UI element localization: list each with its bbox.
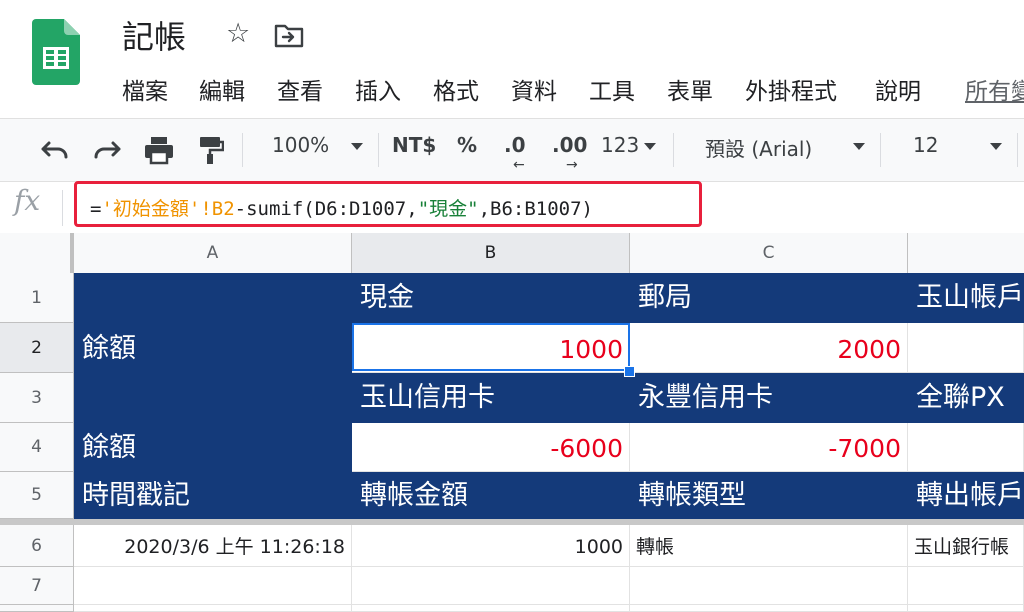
cell-c3[interactable]: 永豐信用卡	[630, 373, 908, 423]
row-header-4[interactable]: 4	[0, 423, 74, 472]
font-caret-icon[interactable]	[853, 143, 865, 150]
paint-format-icon[interactable]	[196, 135, 224, 165]
row-header-2[interactable]: 2	[0, 323, 74, 373]
cell-d5[interactable]: 轉出帳戶	[908, 472, 1024, 519]
cell-a3[interactable]	[74, 373, 352, 423]
menu-data[interactable]: 資料	[511, 72, 557, 106]
decrease-decimal-arrow-icon: ←	[513, 157, 525, 173]
star-icon[interactable]: ☆	[226, 18, 250, 49]
undo-icon[interactable]	[40, 139, 70, 161]
column-header-b[interactable]: B	[352, 233, 630, 273]
menu-tools[interactable]: 工具	[589, 72, 635, 106]
fill-handle[interactable]	[624, 366, 635, 377]
cell-c8[interactable]	[630, 605, 908, 612]
more-formats-button[interactable]: 123	[601, 133, 639, 157]
row-header-1[interactable]: 1	[0, 273, 74, 323]
cell-d6[interactable]: 玉山銀行帳	[908, 525, 1024, 567]
formula-string-literal: "現金"	[417, 198, 479, 220]
formula-sheet-reference: '初始金額'!B2	[101, 198, 235, 220]
cell-b4[interactable]: -6000	[352, 423, 630, 472]
font-size-caret-icon[interactable]	[990, 143, 1002, 150]
cell-c2[interactable]: 2000	[630, 323, 908, 373]
active-cell-selection	[352, 323, 630, 371]
cell-a2[interactable]: 餘額	[74, 323, 352, 373]
formula-sumif: -sumif(D6:D1007,	[234, 198, 418, 220]
cell-a7[interactable]	[74, 567, 352, 605]
menu-file[interactable]: 檔案	[122, 72, 168, 106]
cell-d4[interactable]	[908, 423, 1024, 472]
cell-b6[interactable]: 1000	[352, 525, 630, 567]
menu-format[interactable]: 格式	[433, 72, 479, 106]
menu-edit[interactable]: 編輯	[199, 72, 245, 106]
cell-c7[interactable]	[630, 567, 908, 605]
redo-icon[interactable]	[92, 139, 122, 161]
print-icon[interactable]	[143, 135, 175, 165]
formula-equals: =	[90, 198, 102, 220]
menu-form[interactable]: 表單	[667, 72, 713, 106]
toolbar: 100% NT$ % .0 ← .00 → 123 預設 (Arial) 12	[0, 118, 1024, 181]
select-all-corner[interactable]	[0, 233, 74, 273]
increase-decimal-arrow-icon: →	[566, 157, 578, 173]
move-to-folder-icon[interactable]	[274, 22, 304, 48]
cell-d1[interactable]: 玉山帳戶	[908, 273, 1024, 323]
font-size-select[interactable]: 12	[913, 133, 938, 157]
cell-a1[interactable]	[74, 273, 352, 323]
column-header-d[interactable]	[908, 233, 1024, 273]
cell-d3[interactable]: 全聯PX	[908, 373, 1024, 423]
fx-label: fx	[14, 184, 41, 217]
last-edit-link[interactable]: 所有變	[965, 72, 1024, 106]
cell-b3[interactable]: 玉山信用卡	[352, 373, 630, 423]
cell-c6[interactable]: 轉帳	[630, 525, 908, 567]
cell-c1[interactable]: 郵局	[630, 273, 908, 323]
cell-a5[interactable]: 時間戳記	[74, 472, 352, 519]
increase-decimal-button[interactable]: .00	[552, 133, 587, 157]
row-header-3[interactable]: 3	[0, 373, 74, 423]
cell-b8[interactable]	[352, 605, 630, 612]
cell-a8[interactable]	[74, 605, 352, 612]
row-header-6[interactable]: 6	[0, 525, 74, 567]
zoom-caret-icon[interactable]	[351, 143, 363, 150]
zoom-select[interactable]: 100%	[272, 133, 329, 157]
menu-insert[interactable]: 插入	[355, 72, 401, 106]
decrease-decimal-button[interactable]: .0	[504, 133, 526, 157]
cell-a6[interactable]: 2020/3/6 上午 11:26:18	[74, 525, 352, 567]
row-header-7[interactable]: 7	[0, 567, 74, 605]
row-header-8[interactable]	[0, 605, 74, 612]
cell-a4[interactable]: 餘額	[74, 423, 352, 472]
cell-b5[interactable]: 轉帳金額	[352, 472, 630, 519]
cell-c5[interactable]: 轉帳類型	[630, 472, 908, 519]
more-formats-caret-icon[interactable]	[644, 143, 656, 150]
document-title[interactable]: 記帳	[122, 12, 186, 58]
cell-d8[interactable]	[908, 605, 1024, 612]
menu-bar: 檔案 編輯 查看 插入 格式 資料 工具 表單 外掛程式 說明 所有變	[0, 66, 1024, 106]
formula-bar-divider	[62, 190, 63, 226]
formula-input[interactable]: ='初始金額'!B2-sumif(D6:D1007,"現金",B6:B1007)	[90, 194, 593, 221]
column-header-a[interactable]: A	[74, 233, 352, 273]
cell-d2[interactable]	[908, 323, 1024, 373]
cell-b1[interactable]: 現金	[352, 273, 630, 323]
menu-help[interactable]: 說明	[875, 72, 921, 106]
row-header-5[interactable]: 5	[0, 472, 74, 519]
currency-format-button[interactable]: NT$	[392, 133, 436, 157]
cell-d7[interactable]	[908, 567, 1024, 605]
formula-tail: ,B6:B1007)	[478, 198, 593, 220]
cell-b7[interactable]	[352, 567, 630, 605]
percent-format-button[interactable]: %	[457, 133, 477, 157]
cell-c4[interactable]: -7000	[630, 423, 908, 472]
font-family-select[interactable]: 預設 (Arial)	[705, 133, 812, 162]
menu-view[interactable]: 查看	[277, 72, 323, 106]
menu-addons[interactable]: 外掛程式	[745, 72, 837, 106]
column-header-c[interactable]: C	[630, 233, 908, 273]
